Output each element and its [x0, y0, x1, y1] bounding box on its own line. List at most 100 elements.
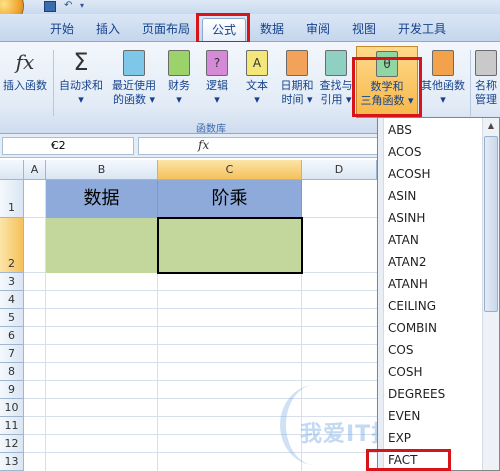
logical-button[interactable]: ? 逻辑 ▾ [200, 46, 234, 118]
function-item-atan2[interactable]: ATAN2 [388, 251, 427, 273]
formulas-tab-highlight [196, 13, 250, 44]
row-header-13[interactable]: 13 [0, 453, 24, 471]
text-button[interactable]: A 文本 ▾ [240, 46, 274, 118]
tab-page-layout[interactable]: 页面布局 [134, 18, 198, 41]
gridline [24, 344, 377, 345]
dropdown-gutter [378, 118, 384, 470]
qat-dropdown-icon[interactable]: ▾ [80, 1, 92, 12]
text-label: 文本 [246, 79, 268, 92]
logical-icon: ? [206, 50, 228, 76]
function-library-group-label: 函数库 [196, 124, 226, 135]
financial-icon [168, 50, 190, 76]
gridline [24, 308, 377, 309]
quick-access-toolbar: ↶ ▾ [0, 0, 500, 26]
row-header-11[interactable]: 11 [0, 417, 24, 435]
function-item-cosh[interactable]: COSH [388, 361, 422, 383]
row-header-6[interactable]: 6 [0, 327, 24, 345]
save-icon[interactable] [44, 1, 56, 12]
cell-b1[interactable]: 数据 [46, 180, 158, 218]
scrollbar-thumb[interactable] [484, 136, 498, 312]
text-icon: A [246, 50, 268, 76]
select-all-corner[interactable] [0, 160, 24, 180]
function-item-acosh[interactable]: ACOSH [388, 163, 430, 185]
tab-review[interactable]: 审阅 [298, 18, 338, 41]
row-header-1[interactable]: 1 [0, 180, 24, 218]
cell-b2[interactable] [46, 218, 158, 273]
function-item-atanh[interactable]: ATANH [388, 273, 428, 295]
math-trig-highlight [352, 57, 422, 117]
recent-functions-icon [123, 50, 145, 76]
gridline [24, 326, 377, 327]
fx-icon: fx [15, 50, 35, 74]
autosum-label: 自动求和 [59, 79, 103, 92]
name-manager-label-2: 管理 [475, 93, 497, 106]
date-time-button[interactable]: 日期和 时间 ▾ [278, 46, 316, 118]
name-box-dropdown-icon[interactable]: ▾ [51, 138, 55, 154]
scroll-up-icon[interactable]: ▲ [483, 118, 499, 134]
date-time-icon [286, 50, 308, 76]
name-manager-label: 名称 [475, 79, 497, 92]
insert-function-label: 插入函数 [3, 79, 47, 92]
date-time-label-2: 时间 ▾ [281, 93, 313, 106]
function-item-acos[interactable]: ACOS [388, 141, 421, 163]
name-manager-icon [475, 50, 497, 76]
tab-insert[interactable]: 插入 [88, 18, 128, 41]
recently-used-label: 最近使用 [112, 79, 156, 92]
function-item-asin[interactable]: ASIN [388, 185, 416, 207]
logical-label: 逻辑 [206, 79, 228, 92]
column-header-b[interactable]: B [46, 160, 158, 180]
ribbon-separator [470, 50, 471, 116]
insert-function-icon[interactable]: fx [198, 138, 209, 152]
function-item-atan[interactable]: ATAN [388, 229, 419, 251]
cell-c1[interactable]: 阶乘 [158, 180, 302, 218]
tab-view[interactable]: 视图 [344, 18, 384, 41]
undo-icon[interactable]: ↶ [64, 1, 76, 12]
function-item-exp[interactable]: EXP [388, 427, 411, 449]
lookup-label-2: 引用 ▾ [320, 93, 352, 106]
row-header-12[interactable]: 12 [0, 435, 24, 453]
row-header-5[interactable]: 5 [0, 309, 24, 327]
row-header-3[interactable]: 3 [0, 273, 24, 291]
function-item-even[interactable]: EVEN [388, 405, 420, 427]
financial-label: 财务 [168, 79, 190, 92]
lookup-reference-button[interactable]: 查找与 引用 ▾ [318, 46, 354, 118]
math-trig-dropdown: ABS ACOS ACOSH ASIN ASINH ATAN ATAN2 ATANH CEILI… [377, 117, 500, 471]
row-header-9[interactable]: 9 [0, 381, 24, 399]
tab-developer[interactable]: 开发工具 [390, 18, 454, 41]
tab-home[interactable]: 开始 [42, 18, 82, 41]
more-functions-icon [432, 50, 454, 76]
function-item-degrees[interactable]: DEGREES [388, 383, 445, 405]
name-box[interactable]: C2 ▾ [2, 137, 134, 155]
column-header-c[interactable]: C [158, 160, 302, 180]
function-item-ceiling[interactable]: CEILING [388, 295, 436, 317]
sigma-icon: Σ [73, 48, 89, 76]
autosum-arrow: ▾ [78, 93, 84, 106]
column-header-a[interactable]: A [24, 160, 46, 180]
dropdown-scrollbar[interactable]: ▲ [482, 118, 499, 470]
column-header-d[interactable]: D [302, 160, 377, 180]
fact-highlight [366, 449, 451, 471]
tab-data[interactable]: 数据 [252, 18, 292, 41]
financial-arrow: ▾ [176, 93, 182, 106]
financial-button[interactable]: 财务 ▾ [162, 46, 196, 118]
ribbon-tab-bar: 开始 插入 页面布局 公式 数据 审阅 视图 开发工具 [0, 14, 500, 42]
name-manager-button[interactable]: 名称 管理 [472, 46, 500, 118]
insert-function-button[interactable]: fx 插入函数 [0, 46, 50, 118]
row-header-7[interactable]: 7 [0, 345, 24, 363]
lookup-icon [325, 50, 347, 76]
gridline [24, 362, 377, 363]
recently-used-button[interactable]: 最近使用 的函数 ▾ [108, 46, 160, 118]
recently-used-label-2: 的函数 ▾ [112, 93, 156, 106]
function-item-asinh[interactable]: ASINH [388, 207, 425, 229]
row-header-4[interactable]: 4 [0, 291, 24, 309]
row-header-8[interactable]: 8 [0, 363, 24, 381]
date-time-label: 日期和 [280, 79, 314, 92]
cell-c2[interactable] [157, 217, 303, 274]
function-item-abs[interactable]: ABS [388, 119, 412, 141]
autosum-button[interactable]: Σ 自动求和 ▾ [56, 46, 106, 118]
function-item-combin[interactable]: COMBIN [388, 317, 437, 339]
function-item-cos[interactable]: COS [388, 339, 413, 361]
row-header-2[interactable]: 2 [0, 218, 24, 273]
more-functions-button[interactable]: 其他函数 ▾ [418, 46, 468, 118]
row-header-10[interactable]: 10 [0, 399, 24, 417]
